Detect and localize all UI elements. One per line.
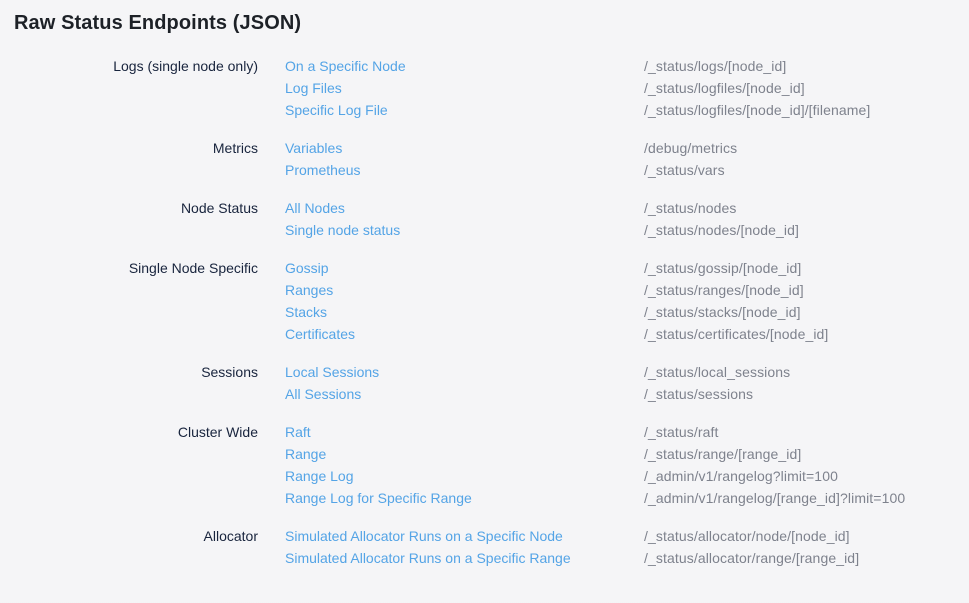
endpoint-path: /_status/logs/[node_id]: [644, 55, 786, 77]
endpoint-link[interactable]: All Nodes: [285, 197, 644, 219]
endpoint-path: /_status/allocator/node/[node_id]: [644, 525, 850, 547]
endpoint-group: Allocator Simulated Allocator Runs on a S…: [0, 525, 969, 569]
endpoint-link[interactable]: Prometheus: [285, 159, 644, 181]
endpoint-link[interactable]: All Sessions: [285, 383, 644, 405]
group-label: Sessions: [0, 361, 258, 383]
endpoint-group: Single Node Specific Gossip/_status/gossi…: [0, 257, 969, 345]
endpoint-row: Gossip/_status/gossip/[node_id]: [285, 257, 828, 279]
endpoint-list: On a Specific Node/_status/logs/[node_id…: [285, 55, 870, 121]
endpoint-row: Log Files/_status/logfiles/[node_id]: [285, 77, 870, 99]
endpoint-path: /_status/gossip/[node_id]: [644, 257, 801, 279]
endpoint-path: /_status/certificates/[node_id]: [644, 323, 828, 345]
page-title: Raw Status Endpoints (JSON): [14, 12, 969, 35]
group-label: Metrics: [0, 137, 258, 159]
group-label: Single Node Specific: [0, 257, 258, 279]
group-label: Logs (single node only): [0, 55, 258, 77]
endpoint-link[interactable]: Certificates: [285, 323, 644, 345]
endpoint-link[interactable]: Ranges: [285, 279, 644, 301]
endpoint-path: /_admin/v1/rangelog?limit=100: [644, 465, 838, 487]
endpoint-row: Stacks/_status/stacks/[node_id]: [285, 301, 828, 323]
endpoint-list: Simulated Allocator Runs on a Specific N…: [285, 525, 859, 569]
endpoint-path: /_status/stacks/[node_id]: [644, 301, 801, 323]
endpoint-row: Range Log/_admin/v1/rangelog?limit=100: [285, 465, 905, 487]
endpoint-row: Specific Log File/_status/logfiles/[node…: [285, 99, 870, 121]
endpoint-link[interactable]: Range Log: [285, 465, 644, 487]
endpoint-list: Variables/debug/metricsPrometheus/_statu…: [285, 137, 737, 181]
endpoint-group: Node Status All Nodes/_status/nodesSingle…: [0, 197, 969, 241]
endpoint-row: Ranges/_status/ranges/[node_id]: [285, 279, 828, 301]
endpoint-link[interactable]: Specific Log File: [285, 99, 644, 121]
endpoint-row: Single node status/_status/nodes/[node_i…: [285, 219, 799, 241]
endpoint-list: Gossip/_status/gossip/[node_id]Ranges/_s…: [285, 257, 828, 345]
endpoint-link[interactable]: Simulated Allocator Runs on a Specific R…: [285, 547, 644, 569]
endpoint-group: Sessions Local Sessions/_status/local_ses…: [0, 361, 969, 405]
endpoint-path: /_status/logfiles/[node_id]: [644, 77, 805, 99]
group-label: Allocator: [0, 525, 258, 547]
group-label: Node Status: [0, 197, 258, 219]
endpoint-link[interactable]: Gossip: [285, 257, 644, 279]
endpoint-row: All Nodes/_status/nodes: [285, 197, 799, 219]
endpoint-row: Certificates/_status/certificates/[node_…: [285, 323, 828, 345]
endpoint-path: /_status/allocator/range/[range_id]: [644, 547, 859, 569]
endpoint-row: All Sessions/_status/sessions: [285, 383, 790, 405]
endpoint-groups: Logs (single node only) On a Specific Nod…: [0, 55, 969, 569]
endpoint-row: Range Log for Specific Range/_admin/v1/r…: [285, 487, 905, 509]
endpoint-list: Raft/_status/raftRange/_status/range/[ra…: [285, 421, 905, 509]
endpoint-row: Local Sessions/_status/local_sessions: [285, 361, 790, 383]
endpoint-link[interactable]: Range Log for Specific Range: [285, 487, 644, 509]
endpoint-link[interactable]: Log Files: [285, 77, 644, 99]
endpoint-path: /_status/nodes: [644, 197, 736, 219]
group-label: Cluster Wide: [0, 421, 258, 443]
endpoint-link[interactable]: Simulated Allocator Runs on a Specific N…: [285, 525, 644, 547]
endpoint-path: /_status/sessions: [644, 383, 753, 405]
endpoint-path: /_status/range/[range_id]: [644, 443, 801, 465]
endpoint-link[interactable]: Local Sessions: [285, 361, 644, 383]
endpoint-group: Cluster Wide Raft/_status/raftRange/_stat…: [0, 421, 969, 509]
endpoint-row: Variables/debug/metrics: [285, 137, 737, 159]
endpoint-path: /debug/metrics: [644, 137, 737, 159]
endpoint-link[interactable]: Range: [285, 443, 644, 465]
endpoint-path: /_status/vars: [644, 159, 725, 181]
endpoint-link[interactable]: Raft: [285, 421, 644, 443]
endpoint-path: /_status/nodes/[node_id]: [644, 219, 799, 241]
endpoint-path: /_status/logfiles/[node_id]/[filename]: [644, 99, 870, 121]
endpoint-row: Range/_status/range/[range_id]: [285, 443, 905, 465]
endpoint-link[interactable]: Single node status: [285, 219, 644, 241]
endpoint-link[interactable]: Stacks: [285, 301, 644, 323]
endpoint-row: On a Specific Node/_status/logs/[node_id…: [285, 55, 870, 77]
endpoint-path: /_status/ranges/[node_id]: [644, 279, 804, 301]
endpoint-list: Local Sessions/_status/local_sessionsAll…: [285, 361, 790, 405]
endpoint-row: Prometheus/_status/vars: [285, 159, 737, 181]
endpoint-link[interactable]: Variables: [285, 137, 644, 159]
endpoint-row: Raft/_status/raft: [285, 421, 905, 443]
endpoint-row: Simulated Allocator Runs on a Specific R…: [285, 547, 859, 569]
endpoint-group: Logs (single node only) On a Specific Nod…: [0, 55, 969, 121]
endpoint-path: /_status/raft: [644, 421, 718, 443]
endpoint-link[interactable]: On a Specific Node: [285, 55, 644, 77]
endpoint-path: /_status/local_sessions: [644, 361, 790, 383]
endpoint-path: /_admin/v1/rangelog/[range_id]?limit=100: [644, 487, 905, 509]
endpoint-group: Metrics Variables/debug/metricsPrometheus…: [0, 137, 969, 181]
endpoint-list: All Nodes/_status/nodesSingle node statu…: [285, 197, 799, 241]
endpoint-row: Simulated Allocator Runs on a Specific N…: [285, 525, 859, 547]
